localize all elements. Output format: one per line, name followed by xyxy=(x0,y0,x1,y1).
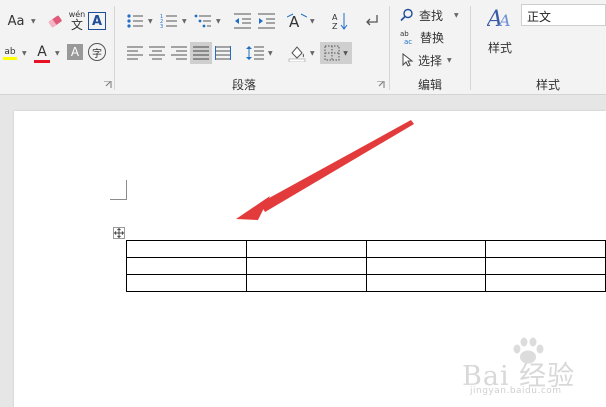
watermark-url: jingyan.baidu.com xyxy=(470,386,562,396)
watermark: Bai 经验 jingyan.baidu.com xyxy=(462,336,602,402)
arrow-shaft xyxy=(260,120,414,212)
